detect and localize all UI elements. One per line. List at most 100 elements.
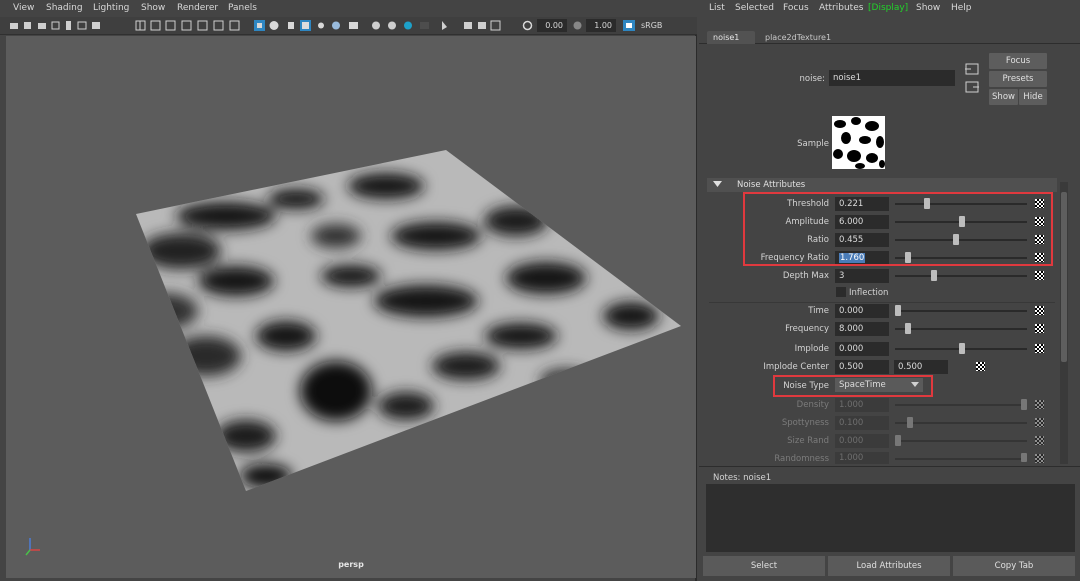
frequency-field[interactable]: 8.000 [835, 322, 889, 336]
depth-max-field[interactable]: 3 [835, 269, 889, 283]
randomness-field: 1.000 [835, 452, 889, 464]
randomness-slider [895, 458, 1027, 460]
size-rand-label: Size Rand [787, 436, 829, 446]
implode-center-u-field[interactable]: 0.500 [835, 360, 889, 374]
depth-max-slider[interactable] [895, 275, 1027, 277]
size-rand-field: 0.000 [835, 434, 889, 448]
spottyness-slider [895, 422, 1027, 424]
presets-button[interactable]: Presets [989, 71, 1047, 87]
color-space-select[interactable]: sRGB gamma [637, 19, 697, 43]
3d-viewport-canvas[interactable]: persp [6, 36, 696, 578]
noise-attributes-section[interactable]: Noise Attributes [707, 178, 1057, 192]
exposure-icon[interactable] [522, 20, 533, 31]
implode-center-v-field[interactable]: 0.500 [894, 360, 948, 374]
node-name-field[interactable]: noise1 [829, 70, 955, 86]
spottyness-label: Spottyness [781, 418, 829, 428]
implode-slider-thumb[interactable] [959, 343, 965, 354]
gamma-icon[interactable] [572, 20, 583, 31]
copy-tab-button[interactable]: Copy Tab [953, 556, 1075, 576]
menu-renderer[interactable]: Renderer [177, 3, 218, 13]
depth-max-map-button[interactable] [1035, 271, 1044, 280]
depth-max-slider-thumb[interactable] [931, 270, 937, 281]
notes-label: Notes: noise1 [713, 473, 772, 483]
frequency-slider-thumb[interactable] [905, 323, 911, 334]
menu-focus[interactable]: Focus [783, 3, 809, 13]
implode-field[interactable]: 0.000 [835, 342, 889, 356]
menu-show[interactable]: Show [916, 3, 940, 13]
notes-divider [699, 466, 1080, 467]
attribute-editor-panel: List Selected Focus Attributes [Display]… [699, 0, 1080, 581]
menu-shading[interactable]: Shading [46, 3, 83, 13]
menu-view[interactable]: View [13, 3, 34, 13]
density-field: 1.000 [835, 398, 889, 412]
spottyness-slider-thumb [907, 417, 913, 428]
inflection-label: Inflection [849, 288, 889, 298]
size-rand-slider-thumb [895, 435, 901, 446]
density-slider-thumb [1021, 399, 1027, 410]
show-button[interactable]: Show [989, 89, 1018, 105]
sample-label: Sample [797, 139, 829, 149]
focus-button[interactable]: Focus [989, 53, 1047, 69]
randomness-map-button [1035, 454, 1044, 463]
menu-lighting[interactable]: Lighting [93, 3, 129, 13]
texture-swatch [832, 116, 885, 169]
menu-display[interactable]: [Display] [868, 3, 908, 13]
randomness-slider-thumb [1021, 453, 1027, 462]
notes-textarea[interactable] [706, 484, 1075, 552]
randomness-label: Randomness [774, 454, 829, 464]
viewport-panel[interactable]: View Shading Lighting Show Renderer Pane… [0, 0, 697, 581]
time-map-button[interactable] [1035, 306, 1044, 315]
node-tabs: noise1 place2dTexture1 [699, 30, 1080, 44]
focus-input-icon[interactable] [965, 63, 979, 75]
frequency-slider[interactable] [895, 328, 1027, 330]
camera-icon[interactable] [8, 20, 108, 31]
menu-selected[interactable]: Selected [735, 3, 774, 13]
grid-icon[interactable] [134, 20, 249, 31]
select-button[interactable]: Select [703, 556, 825, 576]
scrollbar-thumb[interactable] [1061, 192, 1067, 362]
density-slider [895, 404, 1027, 406]
size-rand-slider [895, 440, 1027, 442]
hide-button[interactable]: Hide [1019, 89, 1047, 105]
gamma-field[interactable]: 1.00 [586, 19, 616, 32]
axis-gizmo-icon [25, 538, 40, 556]
time-slider-thumb[interactable] [895, 305, 901, 316]
tab-noise1[interactable]: noise1 [707, 31, 755, 44]
time-field[interactable]: 0.000 [835, 304, 889, 318]
node-name-label: noise: [799, 74, 825, 84]
viewport-menubar: View Shading Lighting Show Renderer Pane… [0, 0, 697, 17]
time-label: Time [808, 306, 829, 316]
size-rand-map-button [1035, 436, 1044, 445]
frequency-map-button[interactable] [1035, 324, 1044, 333]
section-title: Noise Attributes [737, 180, 806, 190]
implode-center-label: Implode Center [763, 362, 829, 372]
inflection-checkbox[interactable] [836, 287, 846, 297]
implode-map-button[interactable] [1035, 344, 1044, 353]
spottyness-map-button [1035, 418, 1044, 427]
focus-output-icon[interactable] [965, 81, 979, 93]
shaded-icon[interactable] [254, 20, 364, 31]
camera-name-label: persp [338, 560, 364, 569]
highlight-box-noise-type [773, 375, 933, 397]
tab-place2dtexture1[interactable]: place2dTexture1 [759, 31, 839, 44]
frequency-label: Frequency [785, 324, 829, 334]
load-attributes-button[interactable]: Load Attributes [828, 556, 950, 576]
spottyness-field: 0.100 [835, 416, 889, 430]
menu-show[interactable]: Show [141, 3, 165, 13]
viewport-toolbar: 0.00 1.00 sRGB gamma [0, 17, 697, 43]
depth-max-label: Depth Max [782, 271, 829, 281]
color-management-icon[interactable] [623, 20, 635, 31]
collapse-triangle-icon[interactable] [713, 181, 722, 189]
exposure-field[interactable]: 0.00 [537, 19, 567, 32]
time-slider[interactable] [895, 310, 1027, 312]
density-map-button [1035, 400, 1044, 409]
menu-panels[interactable]: Panels [228, 3, 257, 13]
noise-plane[interactable] [6, 36, 696, 578]
menu-attributes[interactable]: Attributes [819, 3, 863, 13]
implode-center-map-button[interactable] [976, 362, 985, 371]
highlight-box-main-attrs [743, 192, 1053, 266]
menu-list[interactable]: List [709, 3, 725, 13]
menu-help[interactable]: Help [951, 3, 972, 13]
light-icon[interactable] [370, 20, 505, 31]
attributes-scrollbar[interactable] [1060, 182, 1068, 464]
